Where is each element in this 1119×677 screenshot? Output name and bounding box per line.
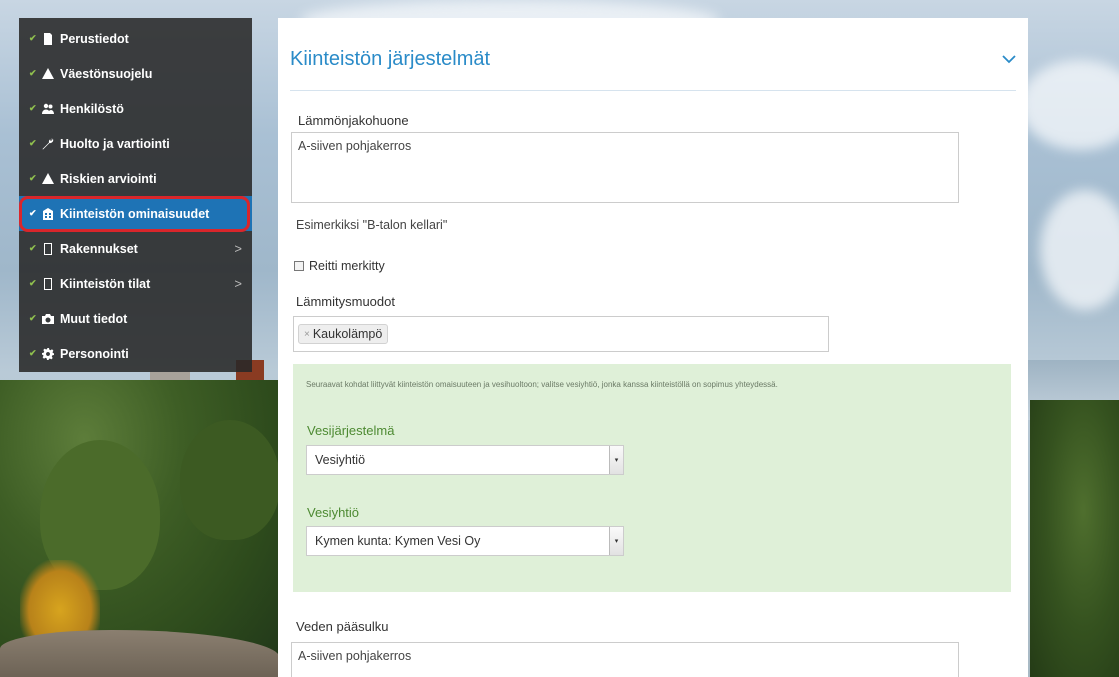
doc-icon — [41, 277, 55, 290]
page-title: Kiinteistön järjestelmät — [290, 48, 491, 70]
route-marked-row[interactable]: Reitti merkitty — [294, 259, 385, 273]
water-system-group: Seuraavat kohdat liittyvät kiinteistön o… — [293, 364, 1011, 592]
water-system-value: Vesiyhtiö — [315, 453, 366, 467]
check-icon: ✔ — [29, 103, 37, 113]
sidebar-item-label: Personointi — [60, 346, 129, 361]
sidebar-item-label: Huolto ja vartiointi — [60, 136, 170, 151]
users-icon — [41, 103, 55, 115]
form-panel: Kiinteistön järjestelmät Lämmönjakohuone… — [278, 18, 1028, 677]
heat-room-textarea[interactable]: A-siiven pohjakerros — [291, 132, 959, 203]
heating-tag-label: Kaukolämpö — [312, 327, 383, 341]
gear-icon — [41, 347, 55, 360]
sidebar-nav: ✔ Perustiedot ✔ Väestönsuojelu ✔ Henkilö… — [19, 18, 252, 372]
chevron-down-icon[interactable] — [1002, 52, 1016, 64]
sidebar-item-personointi[interactable]: ✔ Personointi — [19, 336, 252, 371]
sidebar-item-label: Perustiedot — [60, 31, 129, 46]
sidebar-item-riskien-arviointi[interactable]: ✔ Riskien arviointi — [19, 161, 252, 196]
camera-icon — [41, 313, 55, 325]
sidebar-item-label: Rakennukset — [60, 241, 138, 256]
sidebar-item-muut-tiedot[interactable]: ✔ Muut tiedot — [19, 301, 252, 336]
sidebar-item-label: Kiinteistön tilat — [60, 276, 151, 291]
heating-multiselect[interactable]: × Kaukolämpö — [293, 316, 829, 352]
title-divider — [290, 90, 1016, 91]
select-arrow-icon[interactable]: ▾ — [609, 527, 623, 555]
heat-room-help: Esimerkiksi "B-talon kellari" — [296, 218, 448, 232]
chevron-right-icon: > — [234, 241, 242, 256]
check-icon: ✔ — [29, 33, 37, 43]
check-icon: ✔ — [29, 348, 37, 358]
sidebar-item-label: Muut tiedot — [60, 311, 128, 326]
water-system-select[interactable]: Vesiyhtiö ▾ — [306, 445, 624, 475]
check-icon: ✔ — [29, 278, 37, 288]
active-item-highlight — [19, 196, 250, 232]
check-icon: ✔ — [29, 68, 37, 78]
warning-triangle-icon — [41, 67, 55, 80]
sidebar-item-kiinteiston-tilat[interactable]: ✔ Kiinteistön tilat > — [19, 266, 252, 301]
sidebar-item-label: Väestönsuojelu — [60, 66, 153, 81]
heating-tag: × Kaukolämpö — [298, 324, 389, 344]
sidebar-item-label: Henkilöstö — [60, 101, 124, 116]
main-valve-textarea[interactable]: A-siiven pohjakerros — [291, 642, 959, 677]
check-icon: ✔ — [29, 313, 37, 323]
sidebar-item-huolto[interactable]: ✔ Huolto ja vartiointi — [19, 126, 252, 161]
check-icon: ✔ — [29, 173, 37, 183]
water-company-select[interactable]: Kymen kunta: Kymen Vesi Oy ▾ — [306, 526, 624, 556]
select-arrow-icon[interactable]: ▾ — [609, 446, 623, 474]
main-valve-label: Veden pääsulku — [296, 619, 389, 634]
check-icon: ✔ — [29, 243, 37, 253]
sidebar-item-label: Riskien arviointi — [60, 171, 157, 186]
wrench-icon — [41, 138, 55, 150]
heating-label: Lämmitysmuodot — [296, 294, 395, 309]
document-icon — [41, 32, 55, 45]
route-marked-checkbox[interactable] — [294, 261, 304, 271]
remove-tag-icon[interactable]: × — [304, 329, 310, 340]
sidebar-item-rakennukset[interactable]: ✔ Rakennukset > — [19, 231, 252, 266]
sidebar-item-perustiedot[interactable]: ✔ Perustiedot — [19, 21, 252, 56]
chevron-right-icon: > — [234, 276, 242, 291]
water-company-label: Vesiyhtiö — [307, 505, 360, 520]
sidebar-item-henkilosto[interactable]: ✔ Henkilöstö — [19, 91, 252, 126]
doc-icon — [41, 242, 55, 255]
sidebar-item-vaestonsuojelu[interactable]: ✔ Väestönsuojelu — [19, 56, 252, 91]
water-system-label: Vesijärjestelmä — [307, 423, 395, 438]
warning-triangle-icon — [41, 172, 55, 185]
route-marked-label: Reitti merkitty — [309, 259, 385, 273]
water-company-value: Kymen kunta: Kymen Vesi Oy — [315, 534, 481, 548]
water-note: Seuraavat kohdat liittyvät kiinteistön o… — [306, 380, 778, 389]
heat-room-label: Lämmönjakohuone — [298, 113, 409, 128]
check-icon: ✔ — [29, 138, 37, 148]
